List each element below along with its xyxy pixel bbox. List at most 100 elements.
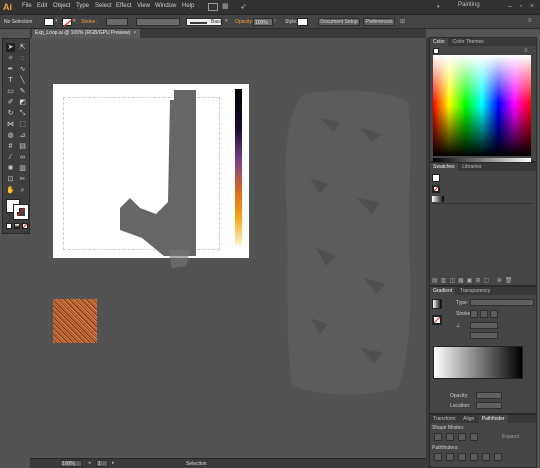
color-mode-icon[interactable] (6, 223, 12, 229)
pen-tool-icon[interactable]: ✒ (6, 65, 15, 74)
opacity-field[interactable]: 100% (253, 18, 273, 26)
color-panel-menu-icon[interactable]: ≡ (524, 48, 534, 54)
next-artboard-icon[interactable]: ▸ (112, 460, 115, 466)
current-tool-status[interactable]: Selection (186, 461, 207, 467)
swatch-gradient-chip[interactable] (432, 196, 444, 202)
direct-selection-tool-icon[interactable]: ⇱ (18, 43, 27, 52)
shaper-tool-icon[interactable]: ✐ (6, 98, 15, 107)
arrange-icon[interactable]: ▦ (222, 3, 232, 11)
document-tab[interactable]: Exp_Loop.ai @ 100% (RGB/GPU Preview) × (32, 29, 140, 38)
exclude-icon[interactable] (470, 433, 478, 441)
graph-tool-icon[interactable]: ▥ (18, 164, 27, 173)
prev-artboard-icon[interactable]: ◂ (88, 460, 91, 466)
gradient-aspect-field[interactable] (470, 332, 498, 339)
tab-color[interactable]: Color (430, 38, 448, 46)
menu-select[interactable]: Select (95, 3, 112, 9)
zoom-tool-icon[interactable]: ⌕ (18, 186, 27, 195)
eyedropper-icon[interactable]: ⁄ (6, 153, 15, 162)
blend-tool-icon[interactable]: ∞ (18, 153, 27, 162)
gradient-angle-field[interactable] (470, 322, 498, 329)
stroke-weight-field[interactable] (106, 18, 128, 26)
eraser-icon[interactable]: ◩ (18, 98, 27, 107)
hand-tool-icon[interactable]: ✋ (6, 186, 15, 195)
shape-builder-icon[interactable]: ◍ (6, 131, 15, 140)
trim-icon[interactable] (446, 453, 454, 461)
stroke-along-icon[interactable] (480, 310, 488, 318)
gpu-icon[interactable]: ➶ (240, 2, 250, 11)
graphic-style-swatch[interactable] (297, 18, 308, 26)
stroke-across-icon[interactable] (490, 310, 498, 318)
preferences-button[interactable]: Preferences (363, 18, 395, 26)
workspace-dropdown-icon[interactable]: ▾ (437, 4, 444, 11)
rotate-tool-icon[interactable]: ↻ (6, 109, 15, 118)
gradient-bar-artwork[interactable] (235, 89, 242, 246)
gradient-stroke-swatch[interactable] (432, 315, 442, 325)
stroke-label[interactable]: Stroke: (81, 18, 97, 26)
tab-color-themes[interactable]: Color Themes (449, 38, 486, 46)
perspective-grid-icon[interactable]: ⊿ (18, 131, 27, 140)
intersect-icon[interactable] (458, 433, 466, 441)
width-tool-icon[interactable]: ⋈ (6, 120, 15, 129)
stroke-dropdown-icon[interactable]: ▾ (73, 18, 77, 26)
gradient-tool-icon[interactable]: ▤ (18, 142, 27, 151)
gradient-slider[interactable] (433, 346, 523, 379)
gradient-opacity-field[interactable] (476, 392, 502, 399)
tab-transform[interactable]: Transform (430, 415, 459, 423)
gray-shape-artwork[interactable] (120, 90, 210, 270)
minimize-icon[interactable]: – (506, 3, 514, 11)
opacity-arrow-icon[interactable]: › (274, 18, 280, 26)
curvature-tool-icon[interactable]: ∿ (18, 65, 27, 74)
restore-icon[interactable]: ▫ (517, 3, 525, 11)
artboard-number-field[interactable]: 1 (96, 460, 108, 467)
menu-object[interactable]: Object (53, 3, 70, 9)
merge-icon[interactable] (458, 453, 466, 461)
document-setup-button[interactable]: Document Setup (318, 18, 360, 26)
fill-swatch[interactable] (44, 18, 54, 26)
selection-tool-icon[interactable]: ➤ (6, 43, 15, 52)
swatch-stroke-icon[interactable] (432, 185, 440, 193)
arrange-documents-icon[interactable]: ⊞ (400, 18, 408, 26)
stroke-swatch[interactable] (62, 18, 73, 27)
stroke-color-box[interactable] (13, 204, 29, 220)
rectangle-tool-icon[interactable]: ▭ (6, 87, 15, 96)
minus-front-icon[interactable] (446, 433, 454, 441)
gradient-preview-swatch[interactable] (432, 299, 442, 309)
line-tool-icon[interactable]: ╲ (18, 76, 27, 85)
tab-transparency[interactable]: Transparency (457, 287, 493, 295)
expand-button[interactable]: Expand (502, 434, 519, 440)
zoom-field[interactable]: 100% (60, 460, 82, 467)
variable-width-field[interactable] (136, 18, 180, 26)
tab-close-icon[interactable]: × (133, 30, 136, 36)
control-menu-icon[interactable]: ≡ (528, 18, 536, 26)
scale-tool-icon[interactable]: ⤡ (18, 109, 27, 118)
menu-type[interactable]: Type (76, 3, 89, 9)
menu-help[interactable]: Help (182, 3, 194, 9)
mesh-tool-icon[interactable]: # (6, 142, 15, 151)
bridge-icon[interactable] (208, 3, 218, 11)
free-transform-icon[interactable]: ⬚ (18, 120, 27, 129)
paintbrush-icon[interactable]: ✎ (18, 87, 27, 96)
stroke-within-icon[interactable] (470, 310, 478, 318)
magic-wand-icon[interactable]: ✧ (6, 54, 15, 63)
crop-icon[interactable] (470, 453, 478, 461)
menu-view[interactable]: View (137, 3, 150, 9)
swatch-fill-icon[interactable] (432, 174, 440, 182)
opacity-label[interactable]: Opacity: (235, 18, 253, 26)
gradient-location-field[interactable] (476, 402, 502, 409)
swatches-footer-icons[interactable]: ▤▥◫▦▣⊞▢ ⊕🗑 (432, 277, 534, 285)
symbol-sprayer-icon[interactable]: ✺ (6, 164, 15, 173)
color-spectrum[interactable] (433, 55, 531, 156)
tab-align[interactable]: Align (460, 415, 477, 423)
menu-edit[interactable]: Edit (37, 3, 47, 9)
outline-icon[interactable] (482, 453, 490, 461)
minus-back-icon[interactable] (494, 453, 502, 461)
tab-libraries[interactable]: Libraries (459, 163, 484, 171)
gradient-mode-icon[interactable] (14, 223, 20, 229)
menu-window[interactable]: Window (155, 3, 176, 9)
lasso-icon[interactable]: ◌ (18, 54, 27, 63)
none-mode-icon[interactable] (22, 223, 28, 229)
fill-dropdown-icon[interactable]: ▾ (55, 18, 59, 26)
tab-gradient[interactable]: Gradient (430, 287, 456, 295)
brush-dropdown-icon[interactable]: ▾ (225, 18, 231, 26)
tab-pathfinder[interactable]: Pathfinder (478, 415, 508, 423)
